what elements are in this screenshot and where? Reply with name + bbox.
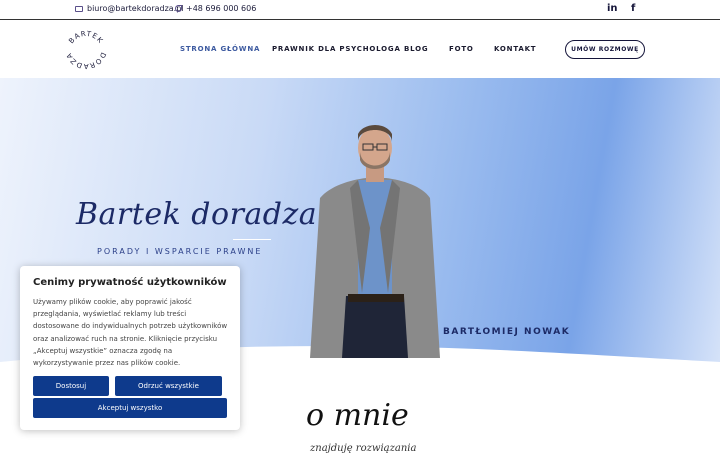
- nav-item-home[interactable]: STRONA GŁÓWNA: [180, 45, 260, 53]
- email-text[interactable]: biuro@bartekdoradza.pl: [87, 4, 184, 13]
- mail-icon: [75, 5, 83, 12]
- nav-item-photo[interactable]: FOTO: [449, 45, 474, 53]
- person-name: BARTŁOMIEJ NOWAK: [443, 327, 571, 337]
- title-underline: [233, 239, 271, 240]
- svg-text:DORADZA: DORADZA: [65, 51, 108, 70]
- email-link[interactable]: biuro@bartekdoradza.pl: [75, 4, 184, 13]
- phone-link[interactable]: +48 696 000 606: [175, 4, 256, 13]
- portrait-photo: [310, 125, 440, 358]
- book-call-button[interactable]: UMÓW ROZMOWĘ: [565, 40, 645, 59]
- svg-text:BARTEK: BARTEK: [67, 30, 104, 45]
- customize-button[interactable]: Dostosuj: [33, 376, 109, 396]
- cookie-consent-banner: Cenimy prywatność użytkowników Używamy p…: [20, 266, 240, 430]
- hero-script-title: Bartek doradza: [76, 197, 318, 232]
- phone-text[interactable]: +48 696 000 606: [186, 4, 256, 13]
- accept-all-button[interactable]: Akceptuj wszystko: [33, 398, 227, 418]
- site-logo[interactable]: BARTEK DORADZA: [64, 28, 108, 72]
- reject-all-button[interactable]: Odrzuć wszystkie: [115, 376, 222, 396]
- about-subtitle: znajduję rozwiązania: [310, 443, 417, 454]
- about-title: o mnie: [306, 398, 409, 433]
- linkedin-icon[interactable]: in: [607, 3, 618, 14]
- logo-bottom-text: DORADZA: [65, 51, 107, 70]
- cookie-title: Cenimy prywatność użytkowników: [33, 277, 227, 288]
- nav-item-contact[interactable]: KONTAKT: [494, 45, 536, 53]
- top-bar: biuro@bartekdoradza.pl +48 696 000 606 i…: [0, 0, 720, 20]
- nav-item-blog[interactable]: BLOG: [404, 45, 428, 53]
- cookie-description: Używamy plików cookie, aby poprawić jako…: [33, 298, 228, 368]
- facebook-icon[interactable]: f: [631, 3, 635, 14]
- hero-subtitle: PORADY I WSPARCIE PRAWNE: [97, 247, 263, 256]
- phone-icon: [175, 5, 182, 12]
- nav-item-lawyer-for-psychologist[interactable]: PRAWNIK DLA PSYCHOLOGA: [272, 45, 401, 53]
- logo-top-text: BARTEK: [67, 30, 103, 45]
